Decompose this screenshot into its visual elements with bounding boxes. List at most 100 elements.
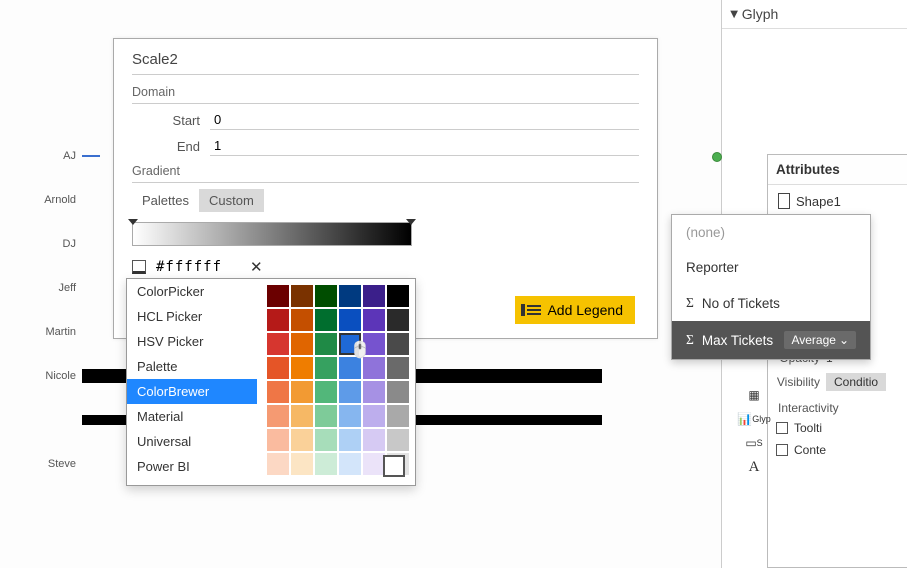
visibility-button[interactable]: Conditio [826, 373, 886, 391]
color-swatch[interactable] [315, 357, 337, 379]
color-swatch[interactable] [315, 285, 337, 307]
color-swatch[interactable] [315, 381, 337, 403]
color-swatch[interactable] [339, 333, 361, 355]
checkbox[interactable] [776, 444, 788, 456]
color-swatch[interactable] [363, 309, 385, 331]
palette-picker-panel: ColorPicker HCL Picker HSV Picker Palett… [126, 278, 416, 486]
color-swatch[interactable] [387, 405, 409, 427]
color-swatch[interactable] [363, 405, 385, 427]
picker-item-hsv[interactable]: HSV Picker [127, 329, 257, 354]
picker-item-universal[interactable]: Universal [127, 429, 257, 454]
color-swatch[interactable] [267, 309, 289, 331]
color-swatch[interactable] [387, 381, 409, 403]
color-swatch[interactable] [291, 357, 313, 379]
color-swatch[interactable] [387, 309, 409, 331]
picker-item-hcl[interactable]: HCL Picker [127, 304, 257, 329]
domain-section: Domain [132, 85, 639, 104]
hex-swatch[interactable] [132, 260, 146, 274]
checkbox[interactable] [776, 422, 788, 434]
color-swatch[interactable] [339, 405, 361, 427]
color-swatch[interactable] [339, 357, 361, 379]
none-swatch[interactable] [383, 455, 405, 477]
color-swatch[interactable] [267, 357, 289, 379]
picker-item-material[interactable]: Material [127, 404, 257, 429]
color-swatch[interactable] [315, 429, 337, 451]
color-swatch[interactable] [267, 285, 289, 307]
color-swatch[interactable] [267, 333, 289, 355]
picker-item-palette[interactable]: Palette [127, 354, 257, 379]
rect-icon[interactable]: ▭S [743, 434, 765, 452]
field-no-tickets[interactable]: ΣNo of Tickets [672, 285, 870, 321]
chevron-down-icon: ⌄ [839, 333, 849, 347]
y-label: AJ [0, 150, 82, 162]
shape-row[interactable]: Shape1 [768, 185, 907, 217]
color-swatch[interactable] [363, 285, 385, 307]
color-swatch[interactable] [267, 453, 289, 475]
field-max-tickets[interactable]: ΣMax Tickets Average⌄ [672, 321, 870, 359]
gradient-handle-left[interactable] [128, 219, 138, 225]
color-swatch[interactable] [387, 429, 409, 451]
y-label: Arnold [0, 194, 82, 206]
grid-icon[interactable]: ▦ [743, 386, 765, 404]
color-swatch[interactable] [315, 405, 337, 427]
color-swatch[interactable] [315, 453, 337, 475]
color-swatch[interactable] [339, 309, 361, 331]
y-label: Martin [0, 326, 82, 338]
color-swatch[interactable] [291, 309, 313, 331]
chevron-down-icon: ▶ [728, 10, 739, 18]
legend-icon [527, 305, 541, 315]
gradient-bar[interactable] [132, 222, 412, 246]
color-swatch[interactable] [315, 309, 337, 331]
color-swatch[interactable] [291, 429, 313, 451]
gradient-handle-right[interactable] [406, 219, 416, 225]
color-swatch[interactable] [339, 429, 361, 451]
start-label: Start [132, 113, 200, 128]
picker-item-colorbrewer[interactable]: ColorBrewer [127, 379, 257, 404]
tab-custom[interactable]: Custom [199, 189, 264, 212]
tab-palettes[interactable]: Palettes [132, 189, 199, 212]
color-swatch[interactable] [363, 381, 385, 403]
color-swatch[interactable] [363, 429, 385, 451]
hex-input[interactable] [154, 258, 244, 276]
mini-icon-stack: ▦ 📊Glyp ▭S A [743, 386, 765, 476]
y-label: Nicole [0, 370, 82, 382]
interactivity-section: Interactivity [774, 395, 901, 417]
color-swatch[interactable] [267, 381, 289, 403]
field-binding-popup: (none) Reporter ΣNo of Tickets ΣMax Tick… [671, 214, 871, 360]
picker-item-powerbi[interactable]: Power BI [127, 454, 257, 479]
color-swatch[interactable] [339, 285, 361, 307]
glyph-header[interactable]: ▶Glyph [722, 0, 907, 29]
y-label: Jeff [0, 282, 82, 294]
color-swatch[interactable] [387, 333, 409, 355]
color-swatch[interactable] [267, 429, 289, 451]
color-swatch[interactable] [291, 381, 313, 403]
color-swatch[interactable] [339, 381, 361, 403]
picker-type-list: ColorPicker HCL Picker HSV Picker Palett… [127, 279, 257, 479]
field-reporter[interactable]: Reporter [672, 250, 870, 285]
color-swatch[interactable] [363, 333, 385, 355]
color-swatch[interactable] [387, 285, 409, 307]
add-legend-button[interactable]: Add Legend [515, 296, 635, 324]
end-label: End [132, 139, 200, 154]
color-swatch[interactable] [291, 285, 313, 307]
color-swatch[interactable] [291, 333, 313, 355]
glyph-icon[interactable]: 📊Glyp [743, 410, 765, 428]
clear-icon[interactable]: ✕ [244, 258, 269, 276]
color-swatch[interactable] [291, 405, 313, 427]
field-none[interactable]: (none) [672, 215, 870, 250]
glyph-handle[interactable] [712, 152, 722, 162]
dialog-title: Scale2 [132, 51, 639, 75]
color-swatch[interactable] [267, 405, 289, 427]
swatch-grid [267, 285, 415, 475]
picker-item-colorpicker[interactable]: ColorPicker [127, 279, 257, 304]
color-swatch[interactable] [363, 453, 385, 475]
color-swatch[interactable] [315, 333, 337, 355]
color-swatch[interactable] [339, 453, 361, 475]
color-swatch[interactable] [363, 357, 385, 379]
start-input[interactable] [210, 110, 639, 130]
color-swatch[interactable] [291, 453, 313, 475]
color-swatch[interactable] [387, 357, 409, 379]
end-input[interactable] [210, 136, 639, 156]
aggregation-dropdown[interactable]: Average⌄ [784, 331, 856, 349]
text-tool-icon[interactable]: A [743, 458, 765, 476]
